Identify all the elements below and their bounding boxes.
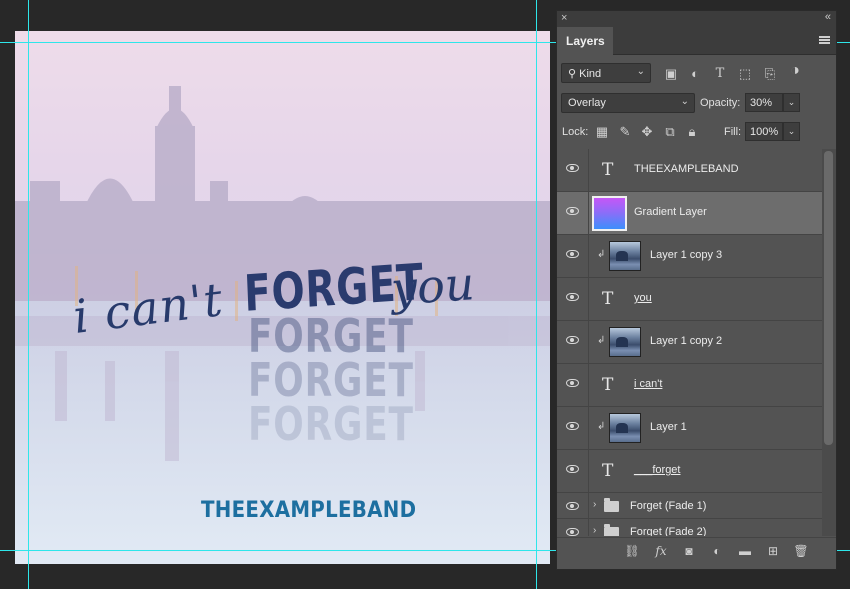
chevron-down-icon: ⌄	[636, 66, 645, 77]
panel-menu-icon[interactable]	[819, 36, 830, 44]
headline-you-text: you	[389, 256, 477, 316]
layers-footer-toolbar: ⛓ fx ◙ ◐ ▬ ⊞ 🗑︎	[557, 537, 836, 563]
fill-label: Fill:	[724, 126, 742, 138]
text-layer-icon: T	[602, 461, 614, 481]
vertical-guide-left[interactable]	[28, 0, 29, 589]
visibility-eye-icon[interactable]	[566, 465, 579, 473]
layer-group-forget-fade-2[interactable]: › Forget (Fade 2)	[557, 519, 822, 536]
visibility-eye-icon[interactable]	[566, 164, 579, 172]
clipping-mask-icon: ↲	[597, 249, 606, 260]
filter-kind-dropdown[interactable]: ⚲ Kind ⌄	[561, 63, 651, 83]
opacity-input[interactable]: 30%	[745, 93, 783, 112]
visibility-eye-icon[interactable]	[566, 379, 579, 387]
add-mask-icon[interactable]: ◙	[681, 543, 697, 559]
adjustment-filter-icon[interactable]: ◐	[687, 66, 703, 82]
image-thumbnail	[609, 241, 641, 271]
headline-icant-text: i can't	[70, 272, 227, 344]
chevron-down-icon: ⌄	[680, 96, 689, 107]
layer-name: ___forget	[634, 464, 681, 476]
visibility-eye-icon[interactable]	[566, 293, 579, 301]
fill-slider-button[interactable]: ⌄	[783, 122, 800, 141]
search-icon: ⚲	[568, 68, 577, 80]
visibility-eye-icon[interactable]	[566, 336, 579, 344]
band-name-text: THEEXAMPLEBAND	[201, 498, 417, 523]
expand-group-icon[interactable]: ›	[593, 499, 596, 510]
layer-row-theexampleband[interactable]: T THEEXAMPLEBAND	[557, 149, 822, 192]
layer-row-layer1-copy2[interactable]: ↲ Layer 1 copy 2	[557, 321, 822, 364]
text-layer-icon: T	[602, 289, 614, 309]
lock-row: Lock: ▦ ✎ ✥ ⧉ 🔒︎ Fill: 100% ⌄	[557, 122, 836, 144]
close-icon[interactable]: ×	[561, 12, 567, 24]
lock-transparent-pixels-icon[interactable]: ▦	[594, 124, 610, 140]
layer-row-layer1-copy3[interactable]: ↲ Layer 1 copy 3	[557, 235, 822, 278]
opacity-label: Opacity:	[700, 97, 741, 109]
layer-group-forget-fade-1[interactable]: › Forget (Fade 1)	[557, 493, 822, 519]
panel-title-strip: × «	[557, 11, 836, 27]
visibility-eye-icon[interactable]	[566, 250, 579, 258]
layer-row-gradient[interactable]: Gradient Layer	[557, 192, 822, 235]
layer-name: Layer 1 copy 2	[650, 335, 723, 347]
layer-name: Forget (Fade 2)	[630, 526, 707, 536]
layer-name: i can't	[634, 378, 663, 390]
gradient-thumbnail	[592, 196, 627, 231]
opacity-slider-button[interactable]: ⌄	[783, 93, 800, 112]
expand-group-icon[interactable]: ›	[593, 525, 596, 536]
new-layer-icon[interactable]: ⊞	[765, 543, 781, 559]
forget-fade-3-text: FORGET	[248, 397, 414, 451]
layers-scrollbar-thumb[interactable]	[824, 151, 833, 445]
layer-name: Layer 1 copy 3	[650, 249, 723, 261]
visibility-eye-icon[interactable]	[566, 528, 579, 536]
fill-input[interactable]: 100%	[745, 122, 783, 141]
visibility-eye-icon[interactable]	[566, 422, 579, 430]
shape-filter-icon[interactable]: ⬚	[737, 66, 753, 82]
clipping-mask-icon: ↲	[597, 421, 606, 432]
folder-icon	[604, 524, 619, 536]
layers-panel: × « Layers ⚲ Kind ⌄ ▣ ◐ T ⬚ ⎘ ◑ Overlay …	[556, 10, 837, 570]
filter-kind-value: Kind	[579, 68, 602, 80]
fx-icon[interactable]: fx	[653, 543, 669, 559]
delete-layer-icon[interactable]: 🗑︎	[793, 543, 809, 559]
layer-name: you	[634, 292, 652, 304]
text-layer-icon: T	[602, 160, 614, 180]
filter-row: ⚲ Kind ⌄ ▣ ◐ T ⬚ ⎘ ◑	[557, 63, 836, 85]
blend-mode-dropdown[interactable]: Overlay ⌄	[561, 93, 695, 113]
layers-list: T THEEXAMPLEBAND Gradient Layer ↲ Layer …	[557, 149, 822, 536]
layer-name: Layer 1	[650, 421, 687, 433]
text-layer-icon: T	[602, 375, 614, 395]
layer-name: Gradient Layer	[634, 206, 707, 218]
image-filter-icon[interactable]: ▣	[663, 66, 679, 82]
panel-tab-bar: Layers	[557, 27, 836, 55]
link-layers-icon[interactable]: ⛓	[624, 543, 640, 559]
folder-icon	[604, 498, 619, 512]
lock-label: Lock:	[562, 126, 589, 138]
visibility-eye-icon[interactable]	[566, 502, 579, 510]
layer-row-forget[interactable]: T ___forget	[557, 450, 822, 493]
lock-position-icon[interactable]: ✥	[639, 124, 655, 140]
type-filter-icon[interactable]: T	[712, 66, 728, 82]
layer-row-layer1[interactable]: ↲ Layer 1	[557, 407, 822, 450]
new-group-icon[interactable]: ▬	[737, 543, 753, 559]
collapse-panel-icon[interactable]: «	[825, 11, 831, 23]
layer-name: Forget (Fade 1)	[630, 500, 707, 512]
blend-row: Overlay ⌄ Opacity: 30% ⌄	[557, 93, 836, 115]
layer-row-icant[interactable]: T i can't	[557, 364, 822, 407]
layer-name: THEEXAMPLEBAND	[634, 163, 739, 175]
vertical-guide-right[interactable]	[536, 0, 537, 589]
adjustment-layer-icon[interactable]: ◐	[709, 543, 725, 559]
layer-row-you[interactable]: T you	[557, 278, 822, 321]
image-thumbnail	[609, 327, 641, 357]
tab-layers[interactable]: Layers	[557, 27, 613, 55]
document-canvas[interactable]: i can't FORGET you FORGET FORGET FORGET …	[15, 31, 550, 564]
blend-mode-value: Overlay	[568, 97, 606, 109]
lock-artboard-icon[interactable]: ⧉	[662, 124, 678, 140]
smart-object-filter-icon[interactable]: ⎘	[762, 66, 778, 82]
clipping-mask-icon: ↲	[597, 335, 606, 346]
visibility-eye-icon[interactable]	[566, 207, 579, 215]
image-thumbnail	[609, 413, 641, 443]
lock-image-pixels-icon[interactable]: ✎	[617, 124, 633, 140]
filter-toggle-icon[interactable]: ◑	[787, 63, 803, 79]
lock-all-icon[interactable]: 🔒︎	[684, 124, 700, 140]
